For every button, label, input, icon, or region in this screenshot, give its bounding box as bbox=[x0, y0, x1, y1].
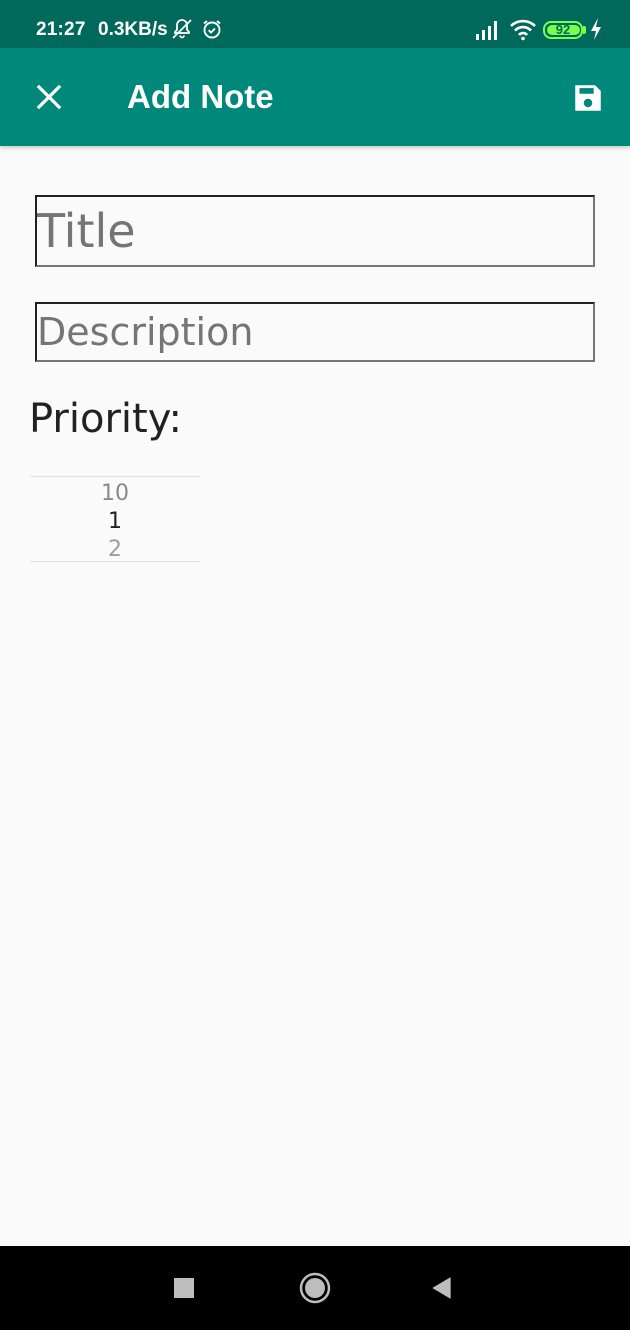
picker-next-value[interactable]: 2 bbox=[30, 537, 200, 562]
priority-label: Priority: bbox=[29, 396, 182, 442]
status-time: 21:27 bbox=[36, 19, 86, 40]
picker-previous-value[interactable]: 10 bbox=[30, 481, 200, 506]
bell-off-icon bbox=[172, 19, 192, 39]
save-button[interactable] bbox=[560, 70, 616, 126]
priority-number-picker[interactable]: 10 1 2 bbox=[30, 476, 200, 562]
charging-bolt-icon bbox=[591, 18, 601, 40]
battery-tip bbox=[583, 26, 586, 34]
back-button[interactable] bbox=[418, 1264, 466, 1312]
close-button[interactable] bbox=[20, 68, 78, 126]
home-button[interactable] bbox=[291, 1264, 339, 1312]
close-icon bbox=[36, 84, 62, 110]
wifi-icon bbox=[510, 19, 536, 41]
battery-level: 92 bbox=[555, 22, 571, 37]
alarm-icon bbox=[203, 20, 221, 39]
status-net-speed: 0.3KB/s bbox=[98, 19, 168, 40]
picker-current-value[interactable]: 1 bbox=[30, 509, 200, 534]
save-icon bbox=[575, 85, 601, 111]
battery-icon: 92 bbox=[543, 21, 583, 39]
home-icon bbox=[299, 1272, 331, 1304]
signal-icon bbox=[476, 21, 497, 40]
recents-button[interactable] bbox=[160, 1264, 208, 1312]
navigation-bar bbox=[0, 1246, 630, 1330]
page-title: Add Note bbox=[127, 78, 274, 115]
app-bar: Add Note bbox=[0, 48, 630, 146]
title-input[interactable] bbox=[35, 195, 595, 267]
status-bar: 21:27 0.3KB/s 92 bbox=[0, 0, 630, 48]
back-icon bbox=[432, 1277, 451, 1299]
recents-icon bbox=[174, 1278, 194, 1298]
description-input[interactable] bbox=[35, 302, 595, 362]
